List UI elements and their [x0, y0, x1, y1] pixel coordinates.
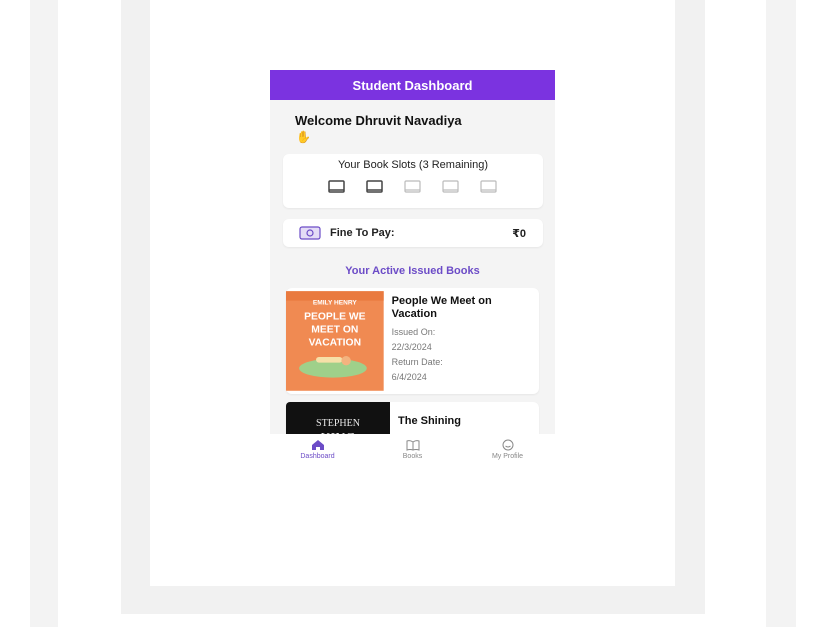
fine-card: Fine To Pay: ₹0: [283, 219, 543, 247]
book-slot-empty-icon: [480, 180, 497, 193]
svg-text:EMILY HENRY: EMILY HENRY: [313, 299, 358, 306]
profile-icon: [502, 439, 513, 450]
issued-books-title: Your Active Issued Books: [345, 265, 480, 277]
issued-on-date: 22/3/2024: [391, 342, 432, 352]
tab-label: My Profile: [491, 452, 524, 460]
return-date-label: Return Date:: [391, 357, 443, 367]
book-slot-empty-icon: [404, 180, 421, 193]
fine-amount: ₹0: [512, 227, 526, 240]
app-title: Student Dashboard: [352, 77, 473, 93]
book-slot-empty-icon: [442, 180, 459, 193]
tab-label: Books: [402, 452, 423, 460]
book-dates: Issued On: 22/3/2024 Return Date: 6/4/20…: [392, 325, 531, 385]
home-icon: [311, 439, 324, 450]
svg-text:MEET ON: MEET ON: [311, 325, 358, 336]
waving-hand-icon: ✋: [296, 130, 311, 144]
book-slots-row: [283, 180, 543, 194]
issued-on-label: Issued On:: [391, 327, 436, 337]
money-icon: [299, 226, 321, 240]
welcome-text: Welcome Dhruvit Navadiya: [295, 113, 462, 128]
book-cover-image: EMILY HENRY PEOPLE WE MEET ON VACATION: [286, 291, 384, 391]
book-info: People We Meet on Vacation Issued On: 22…: [384, 288, 539, 394]
phone-screen: Student Dashboard Welcome Dhruvit Navadi…: [270, 70, 555, 464]
book-title: The Shining: [398, 415, 461, 427]
tab-dashboard[interactable]: Dashboard: [278, 439, 358, 460]
book-slots-card: Your Book Slots (3 Remaining): [283, 154, 543, 208]
tab-label: Dashboard: [300, 452, 335, 460]
book-slots-title: Your Book Slots (3 Remaining): [337, 159, 488, 171]
return-date: 6/4/2024: [391, 372, 427, 382]
issued-book-card[interactable]: EMILY HENRY PEOPLE WE MEET ON VACATION P…: [286, 288, 539, 394]
svg-text:STEPHEN: STEPHEN: [316, 418, 360, 429]
book-open-icon: [406, 439, 419, 451]
book-slot-used-icon: [328, 180, 345, 193]
tab-my-profile[interactable]: My Profile: [468, 439, 548, 460]
tab-books[interactable]: Books: [373, 439, 453, 460]
app-bar: Student Dashboard: [270, 70, 555, 100]
svg-text:VACATION: VACATION: [309, 338, 361, 349]
book-title: People We Meet on Vacation: [391, 295, 492, 320]
bottom-tab-bar: Dashboard Books My Profile: [270, 434, 555, 464]
svg-text:PEOPLE WE: PEOPLE WE: [304, 311, 366, 322]
fine-label: Fine To Pay:: [330, 227, 395, 239]
book-slot-used-icon: [366, 180, 383, 193]
